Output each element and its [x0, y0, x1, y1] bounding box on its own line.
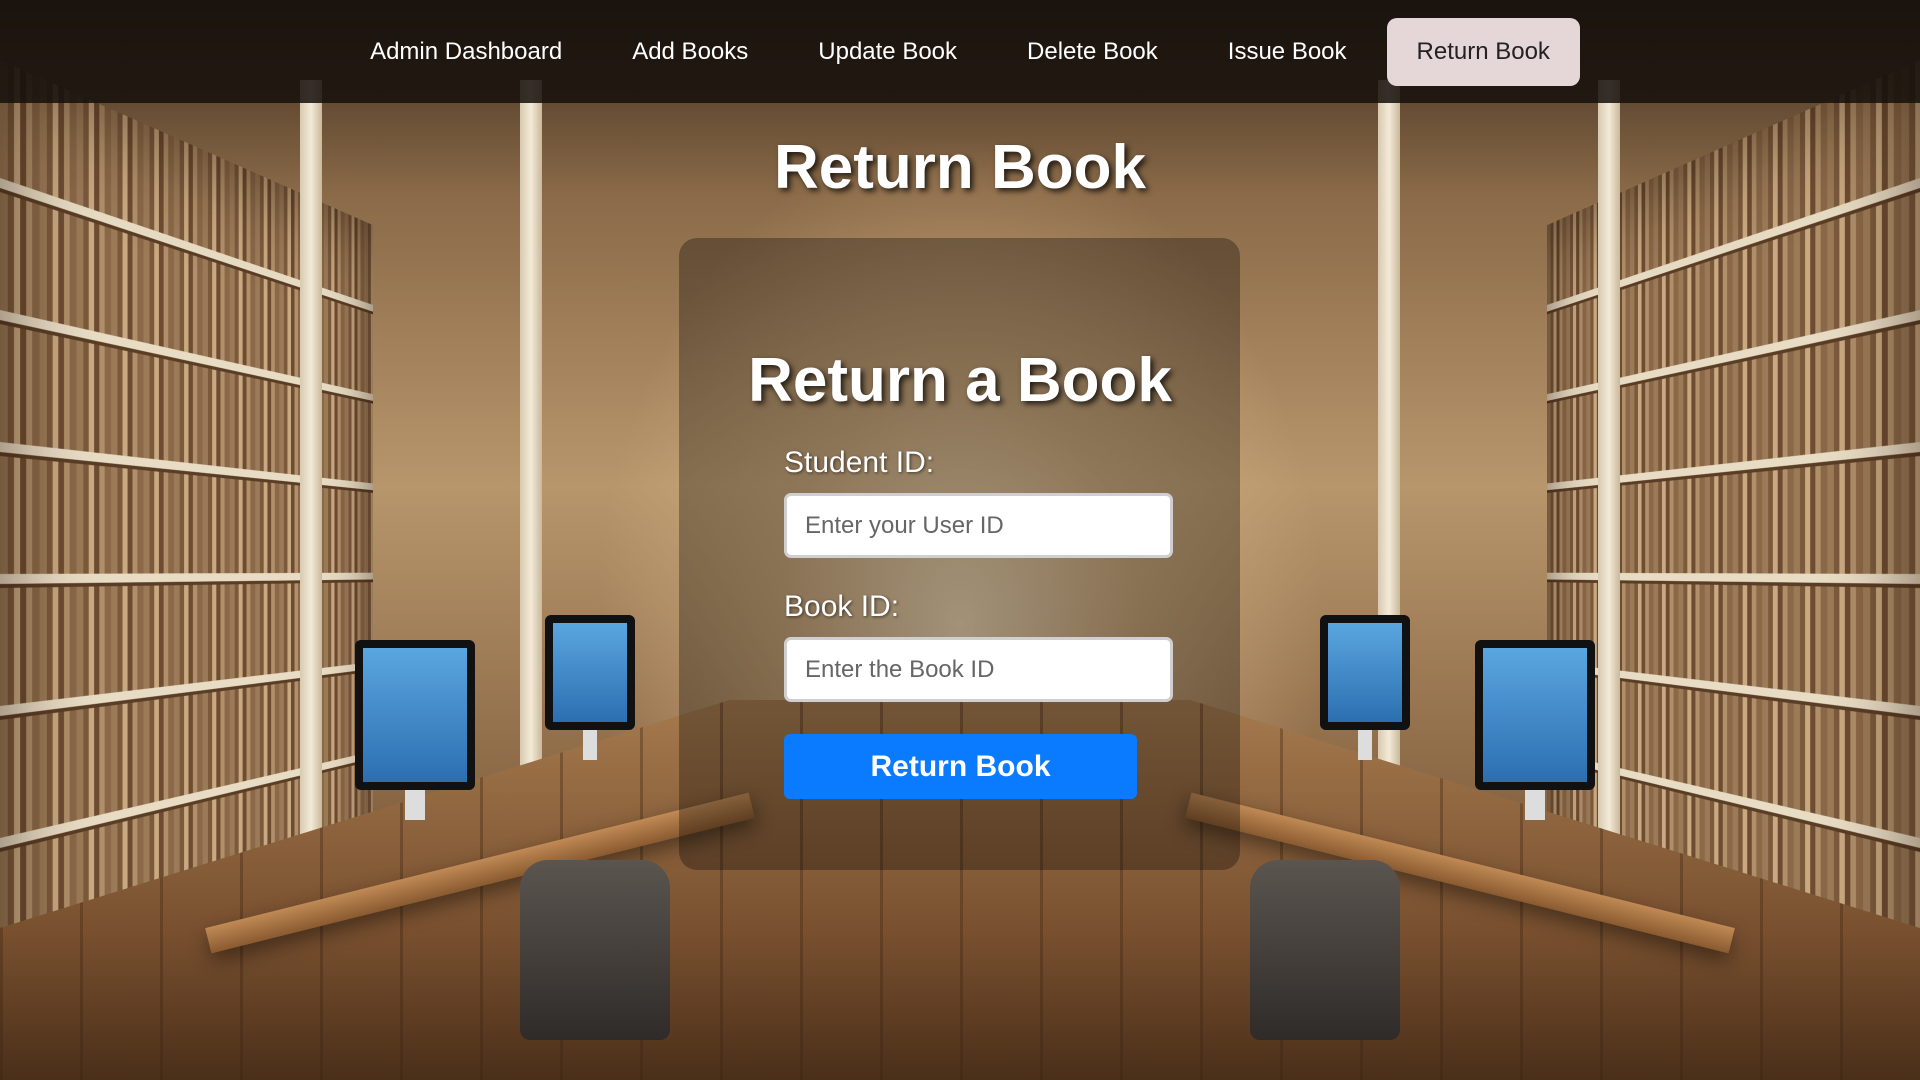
monitor-icon — [1475, 640, 1595, 820]
book-id-input[interactable] — [784, 637, 1173, 702]
student-id-label: Student ID: — [784, 446, 935, 479]
nav-delete-book[interactable]: Delete Book — [997, 18, 1188, 86]
form-title: Return a Book — [748, 346, 1172, 415]
page-title: Return Book — [774, 133, 1146, 202]
nav-issue-book[interactable]: Issue Book — [1198, 18, 1377, 86]
monitor-icon — [1320, 615, 1410, 760]
nav-admin-dashboard[interactable]: Admin Dashboard — [340, 18, 592, 86]
monitor-icon — [545, 615, 635, 760]
return-book-button[interactable]: Return Book — [784, 734, 1137, 799]
monitor-icon — [355, 640, 475, 820]
student-id-input[interactable] — [784, 493, 1173, 558]
nav-add-books[interactable]: Add Books — [602, 18, 778, 86]
top-navigation: Admin Dashboard Add Books Update Book De… — [0, 0, 1920, 103]
nav-return-book[interactable]: Return Book — [1386, 17, 1580, 86]
nav-update-book[interactable]: Update Book — [788, 18, 987, 86]
chair — [1250, 860, 1400, 1040]
book-id-label: Book ID: — [784, 590, 900, 623]
chair — [520, 860, 670, 1040]
